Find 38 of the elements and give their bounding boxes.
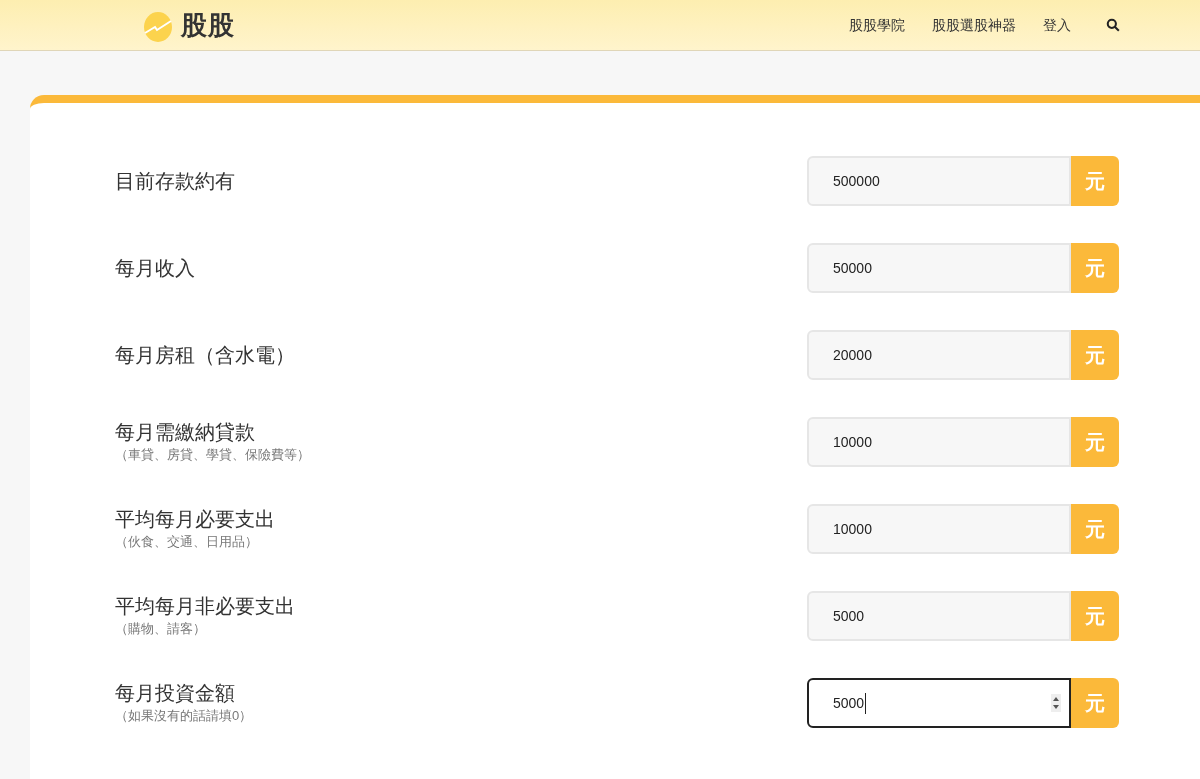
field-label: 平均每月非必要支出 xyxy=(115,594,295,619)
unit-label: 元 xyxy=(1071,243,1119,293)
nav-link[interactable]: 登入 xyxy=(1043,14,1071,36)
unit-label: 元 xyxy=(1071,591,1119,641)
number-input[interactable]: 50000 xyxy=(807,243,1071,293)
number-input[interactable]: 10000 xyxy=(807,504,1071,554)
input-value: 500000 xyxy=(833,171,880,191)
field-note: （購物、請客） xyxy=(115,620,207,638)
unit-label: 元 xyxy=(1071,156,1119,206)
number-input[interactable]: 10000 xyxy=(807,417,1071,467)
spinner-icon[interactable] xyxy=(1051,694,1061,712)
field-note: （伙食、交通、日用品） xyxy=(115,533,259,551)
field-label: 每月房租（含水電） xyxy=(115,343,295,368)
field-note: （車貸、房貸、學貸、保險費等） xyxy=(115,446,310,464)
unit-label: 元 xyxy=(1071,330,1119,380)
number-input[interactable]: 500000 xyxy=(807,156,1071,206)
field-label: 平均每月必要支出 xyxy=(115,507,275,532)
input-value: 20000 xyxy=(833,345,872,365)
field-label: 目前存款約有 xyxy=(115,169,235,194)
number-input[interactable]: 5000 xyxy=(807,591,1071,641)
input-value: 10000 xyxy=(833,432,872,452)
field-note: （如果沒有的話請填0） xyxy=(115,707,253,725)
input-value: 5000 xyxy=(833,606,865,626)
field-label: 每月收入 xyxy=(115,256,195,281)
nav-link[interactable]: 股股學院 xyxy=(849,14,905,36)
input-value: 10000 xyxy=(833,519,872,539)
input-value: 50000 xyxy=(833,258,872,278)
search-icon[interactable] xyxy=(1106,18,1120,32)
field-label: 每月投資金額 xyxy=(115,681,236,706)
input-value: 5000 xyxy=(833,692,867,714)
field-label: 每月需繳納貸款 xyxy=(115,420,256,445)
number-input[interactable]: 20000 xyxy=(807,330,1071,380)
logo-text[interactable]: 股股 xyxy=(181,5,236,45)
number-input[interactable]: 5000 xyxy=(807,678,1071,728)
nav-link[interactable]: 股股選股神器 xyxy=(932,14,1016,36)
unit-label: 元 xyxy=(1071,417,1119,467)
unit-label: 元 xyxy=(1071,678,1119,728)
unit-label: 元 xyxy=(1071,504,1119,554)
